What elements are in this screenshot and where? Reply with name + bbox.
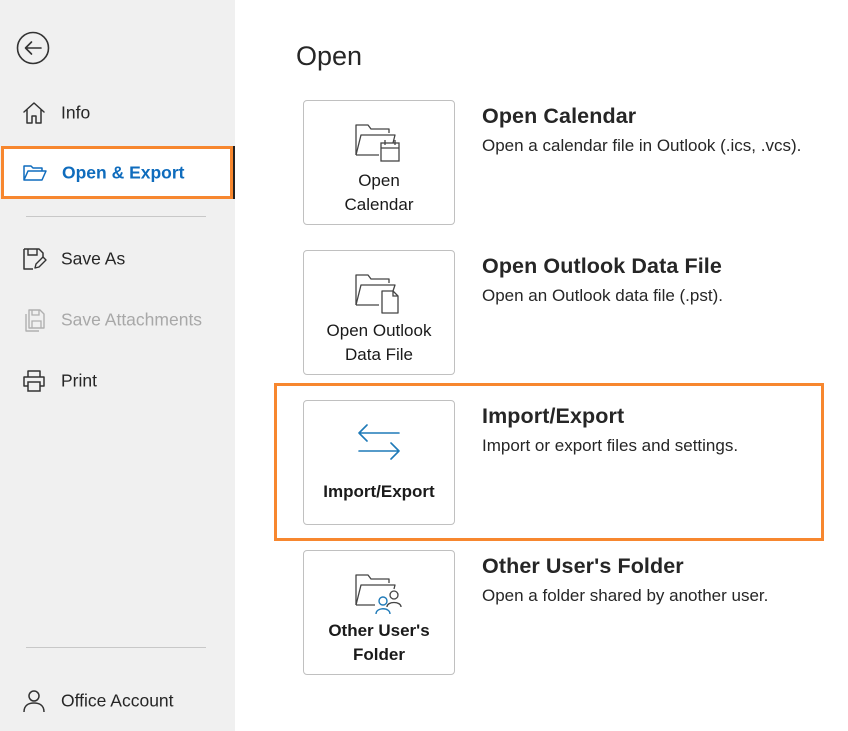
- option-description: Open a calendar file in Outlook (.ics, .…: [482, 136, 802, 155]
- sidebar-item-label: Info: [61, 102, 91, 123]
- sidebar-item-label: Save Attachments: [61, 309, 203, 330]
- option-title: Other User's Folder: [482, 554, 684, 578]
- sidebar-item-label: Open & Export: [62, 162, 185, 182]
- option-other-users-folder: Other User's Folder Other User's Folder …: [235, 550, 848, 678]
- option-title: Import/Export: [482, 404, 625, 428]
- sidebar-divider: [26, 216, 206, 217]
- sidebar-item-label: Print: [61, 370, 97, 391]
- sidebar-item-label: Save As: [61, 248, 126, 269]
- sidebar-item-save-as[interactable]: Save As: [0, 235, 235, 283]
- sidebar-item-open-export[interactable]: Open & Export: [1, 146, 235, 199]
- calendar-folder-icon: [355, 124, 400, 162]
- backstage-sidebar: Info Open & Export Save As Save Attachme…: [0, 0, 235, 731]
- tile-label: Open Outlook Data File: [326, 321, 432, 364]
- home-icon: [21, 100, 47, 126]
- sidebar-item-label: Office Account: [61, 690, 174, 711]
- sidebar-divider: [26, 647, 206, 648]
- option-description: Open an Outlook data file (.pst).: [482, 286, 723, 305]
- save-attachments-icon: [21, 307, 47, 333]
- sidebar-item-office-account[interactable]: Office Account: [0, 677, 235, 725]
- tile-label: Import/Export: [323, 482, 435, 501]
- import-export-button[interactable]: Import/Export: [303, 400, 455, 525]
- open-export-panel: Open Open Calendar Open Calendar Open a …: [235, 13, 848, 731]
- printer-icon: [21, 368, 47, 394]
- import-export-arrows-icon: [358, 424, 400, 460]
- page-title: Open: [296, 41, 363, 71]
- folder-open-icon: [22, 160, 48, 186]
- option-title: Open Outlook Data File: [482, 254, 722, 278]
- option-title: Open Calendar: [482, 104, 637, 128]
- other-users-folder-button[interactable]: Other User's Folder: [303, 550, 455, 675]
- option-open-calendar: Open Calendar Open Calendar Open a calen…: [235, 100, 848, 228]
- shared-folder-icon: [355, 574, 402, 615]
- back-button[interactable]: [16, 31, 50, 65]
- person-icon: [21, 688, 47, 714]
- tile-label: Other User's Folder: [328, 621, 430, 664]
- option-import-export: Import/Export Import/Export Import or ex…: [235, 400, 848, 528]
- back-arrow-icon: [16, 31, 50, 65]
- sidebar-item-print[interactable]: Print: [0, 357, 235, 405]
- save-as-icon: [21, 246, 47, 272]
- option-description: Open a folder shared by another user.: [482, 586, 769, 605]
- option-description: Import or export files and settings.: [482, 436, 739, 455]
- option-open-data-file: Open Outlook Data File Open Outlook Data…: [235, 250, 848, 378]
- open-calendar-button[interactable]: Open Calendar: [303, 100, 455, 225]
- sidebar-item-info[interactable]: Info: [0, 89, 235, 137]
- sidebar-item-save-attachments[interactable]: Save Attachments: [0, 296, 235, 344]
- data-file-folder-icon: [355, 274, 399, 314]
- open-outlook-data-file-button[interactable]: Open Outlook Data File: [303, 250, 455, 375]
- tile-label: Open Calendar: [344, 171, 414, 214]
